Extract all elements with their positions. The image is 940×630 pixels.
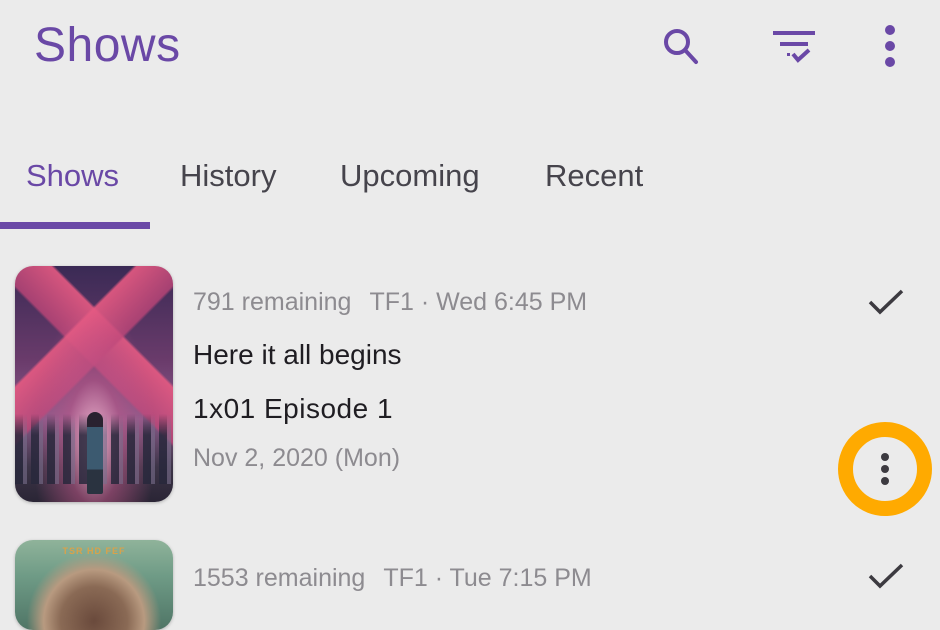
- network-time: TF1 · Tue 7:15 PM: [383, 564, 592, 592]
- tab-recent[interactable]: Recent: [545, 158, 643, 194]
- poster-art-hero: [87, 412, 103, 494]
- tab-history[interactable]: History: [180, 158, 276, 194]
- air-date: Nov 2, 2020 (Mon): [193, 444, 401, 472]
- item-overflow-menu-button[interactable]: [838, 422, 932, 516]
- active-tab-indicator: [0, 222, 150, 229]
- show-poster-image[interactable]: TSR HD FEF: [15, 540, 173, 630]
- poster-caption: TSR HD FEF: [62, 546, 126, 556]
- more-vert-icon: [885, 25, 895, 67]
- search-button[interactable]: [655, 22, 707, 70]
- network-time: TF1 · Wed 6:45 PM: [369, 288, 588, 316]
- check-icon: [868, 563, 904, 589]
- filter-button[interactable]: [766, 22, 822, 70]
- show-title: Here it all begins: [193, 339, 402, 370]
- remaining-count: 791 remaining: [193, 288, 352, 316]
- episode-title: 1x01 Episode 1: [193, 393, 394, 424]
- overflow-menu-button[interactable]: [866, 20, 914, 72]
- tab-upcoming[interactable]: Upcoming: [340, 158, 480, 194]
- show-meta: 1553 remaining TF1 · Tue 7:15 PM: [193, 564, 592, 593]
- tab-shows[interactable]: Shows: [26, 158, 119, 194]
- remaining-count: 1553 remaining: [193, 564, 366, 592]
- show-meta: 791 remaining TF1 · Wed 6:45 PM: [193, 288, 587, 317]
- more-vert-icon: [881, 453, 889, 485]
- app-title: Shows: [34, 19, 181, 72]
- mark-watched-button[interactable]: [862, 278, 910, 326]
- tab-bar: Shows History Upcoming Recent: [0, 140, 940, 230]
- check-icon: [868, 289, 904, 315]
- filter-check-icon: [773, 31, 815, 63]
- show-list-item[interactable]: 791 remaining TF1 · Wed 6:45 PM Here it a…: [0, 266, 940, 516]
- mark-watched-button[interactable]: [862, 552, 910, 600]
- search-icon: [664, 29, 698, 64]
- show-list-item[interactable]: TSR HD FEF 1553 remaining TF1 · Tue 7:15 …: [0, 538, 940, 630]
- show-poster-image[interactable]: [15, 266, 173, 502]
